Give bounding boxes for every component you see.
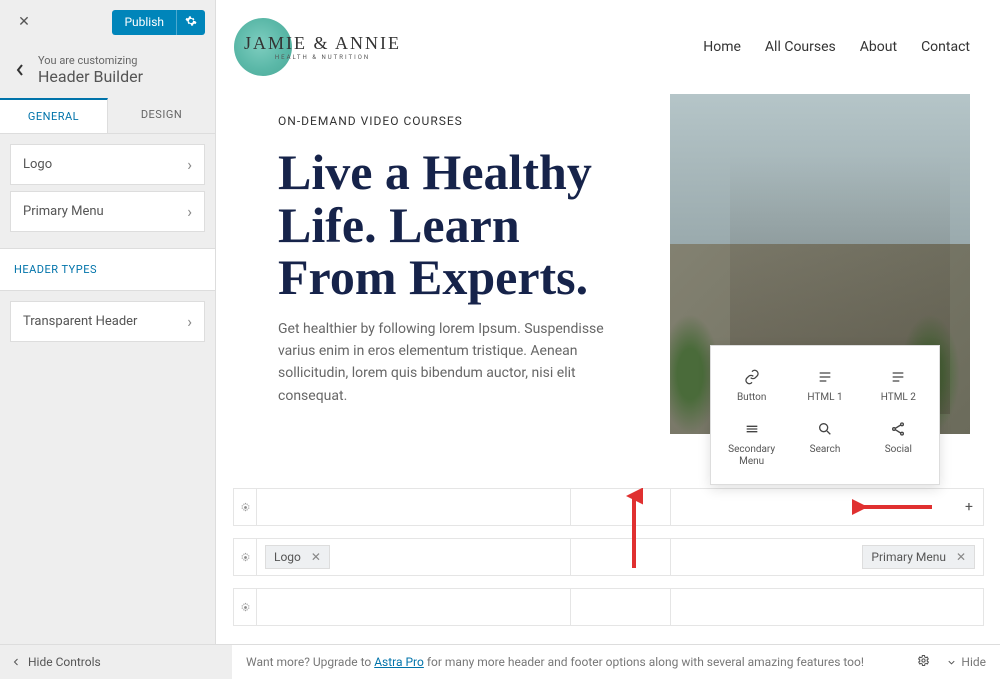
publish-button[interactable]: Publish	[112, 10, 176, 35]
gear-icon	[240, 502, 251, 513]
sidebar-top-bar: ✕ Publish	[0, 0, 215, 44]
customizer-sidebar: ✕ Publish You are customizing Header Bui…	[0, 0, 216, 679]
share-icon	[889, 420, 907, 438]
popup-label: Social	[885, 444, 912, 456]
hide-builder-button[interactable]: Hide	[946, 655, 986, 669]
page-title: Header Builder	[38, 67, 143, 86]
popup-item-button[interactable]: Button	[715, 360, 788, 412]
remove-chip-button[interactable]: ✕	[311, 550, 321, 564]
promo-settings-button[interactable]	[917, 654, 930, 670]
gear-icon	[185, 15, 197, 27]
chevron-left-icon	[15, 63, 25, 77]
popup-item-search[interactable]: Search	[788, 412, 861, 476]
chevron-right-icon: ›	[187, 155, 192, 174]
remove-chip-button[interactable]: ✕	[956, 550, 966, 564]
astra-promo-bar: Want more? Upgrade to Astra Pro for many…	[232, 644, 1000, 679]
builder-zone-right[interactable]: Primary Menu ✕	[671, 538, 985, 576]
chip-label: Logo	[274, 550, 301, 564]
builder-zone-left[interactable]: Logo ✕	[257, 538, 571, 576]
hero-eyebrow: ON-DEMAND VIDEO COURSES	[278, 114, 638, 128]
builder-zone-center[interactable]	[571, 538, 671, 576]
element-chip-primary-menu[interactable]: Primary Menu ✕	[862, 545, 975, 569]
customizer-tabs: GENERAL DESIGN	[0, 98, 215, 134]
search-icon	[816, 420, 834, 438]
control-label: Transparent Header	[23, 314, 137, 329]
popup-item-social[interactable]: Social	[862, 412, 935, 476]
add-element-button[interactable]: +	[965, 499, 973, 515]
annotation-arrow-right	[852, 498, 932, 516]
popup-label: Button	[737, 392, 766, 404]
nav-contact[interactable]: Contact	[921, 39, 970, 55]
row-settings-button[interactable]	[233, 588, 257, 626]
hide-controls-button[interactable]: Hide Controls	[0, 655, 111, 669]
chip-label: Primary Menu	[871, 550, 946, 564]
nav-courses[interactable]: All Courses	[765, 39, 836, 55]
collapse-icon	[10, 656, 22, 668]
builder-zone-center[interactable]	[571, 588, 671, 626]
chevron-down-icon	[946, 657, 957, 668]
promo-text: Want more? Upgrade to Astra Pro for many…	[246, 655, 864, 669]
primary-nav: Home All Courses About Contact	[703, 39, 970, 55]
popup-label: HTML 2	[881, 392, 916, 404]
close-customizer-button[interactable]: ✕	[10, 8, 38, 36]
popup-label: Secondary Menu	[719, 444, 784, 468]
control-transparent-header[interactable]: Transparent Header ›	[10, 301, 205, 342]
astra-pro-link[interactable]: Astra Pro	[374, 655, 424, 669]
builder-zone-center[interactable]	[571, 488, 671, 526]
breadcrumb-context: You are customizing	[38, 54, 143, 67]
menu-icon	[743, 420, 761, 438]
annotation-arrow-up	[625, 488, 643, 568]
popup-item-secondary-menu[interactable]: Secondary Menu	[715, 412, 788, 476]
html-icon	[816, 368, 834, 386]
control-logo[interactable]: Logo ›	[10, 144, 205, 185]
hide-label: Hide	[961, 655, 986, 669]
logo-title: JAMIE & ANNIE	[244, 33, 401, 54]
row-settings-button[interactable]	[233, 538, 257, 576]
site-header: JAMIE & ANNIE HEALTH & NUTRITION Home Al…	[216, 0, 1000, 94]
html-icon	[889, 368, 907, 386]
nav-home[interactable]: Home	[703, 39, 741, 55]
publish-settings-button[interactable]	[176, 10, 205, 35]
section-header-types: HEADER TYPES	[0, 248, 215, 291]
nav-about[interactable]: About	[860, 39, 897, 55]
types-section: Transparent Header ›	[0, 291, 215, 358]
gear-icon	[917, 654, 930, 667]
control-label: Primary Menu	[23, 204, 104, 219]
builder-row-below	[233, 588, 984, 626]
site-logo[interactable]: JAMIE & ANNIE HEALTH & NUTRITION	[234, 18, 401, 76]
chevron-right-icon: ›	[187, 202, 192, 221]
gear-icon	[240, 602, 251, 613]
builder-zone-left[interactable]	[257, 588, 571, 626]
logo-subtitle: HEALTH & NUTRITION	[244, 54, 401, 61]
control-primary-menu[interactable]: Primary Menu ›	[10, 191, 205, 232]
breadcrumb: You are customizing Header Builder	[0, 44, 215, 98]
control-label: Logo	[23, 157, 52, 172]
tab-design[interactable]: DESIGN	[108, 98, 215, 133]
hero-heading: Live a Healthy Life. Learn From Experts.	[278, 146, 638, 304]
controls-section: Logo › Primary Menu ›	[0, 134, 215, 248]
hide-controls-label: Hide Controls	[28, 655, 101, 669]
hero-body: Get healthier by following lorem Ipsum. …	[278, 318, 638, 408]
publish-group: Publish	[112, 10, 205, 35]
gear-icon	[240, 552, 251, 563]
popup-item-html2[interactable]: HTML 2	[862, 360, 935, 412]
builder-row-primary: Logo ✕ Primary Menu ✕	[233, 538, 984, 576]
builder-zone-left[interactable]	[257, 488, 571, 526]
builder-zone-right[interactable]	[671, 588, 985, 626]
popup-label: Search	[810, 444, 841, 456]
back-button[interactable]	[10, 60, 30, 80]
link-icon	[743, 368, 761, 386]
builder-zone-right[interactable]: +	[671, 488, 985, 526]
popup-item-html1[interactable]: HTML 1	[788, 360, 861, 412]
element-chip-logo[interactable]: Logo ✕	[265, 545, 330, 569]
popup-label: HTML 1	[807, 392, 842, 404]
chevron-right-icon: ›	[187, 312, 192, 331]
add-element-popup: Button HTML 1 HTML 2 Secondary Menu Sear…	[710, 345, 940, 485]
tab-general[interactable]: GENERAL	[0, 98, 108, 133]
row-settings-button[interactable]	[233, 488, 257, 526]
